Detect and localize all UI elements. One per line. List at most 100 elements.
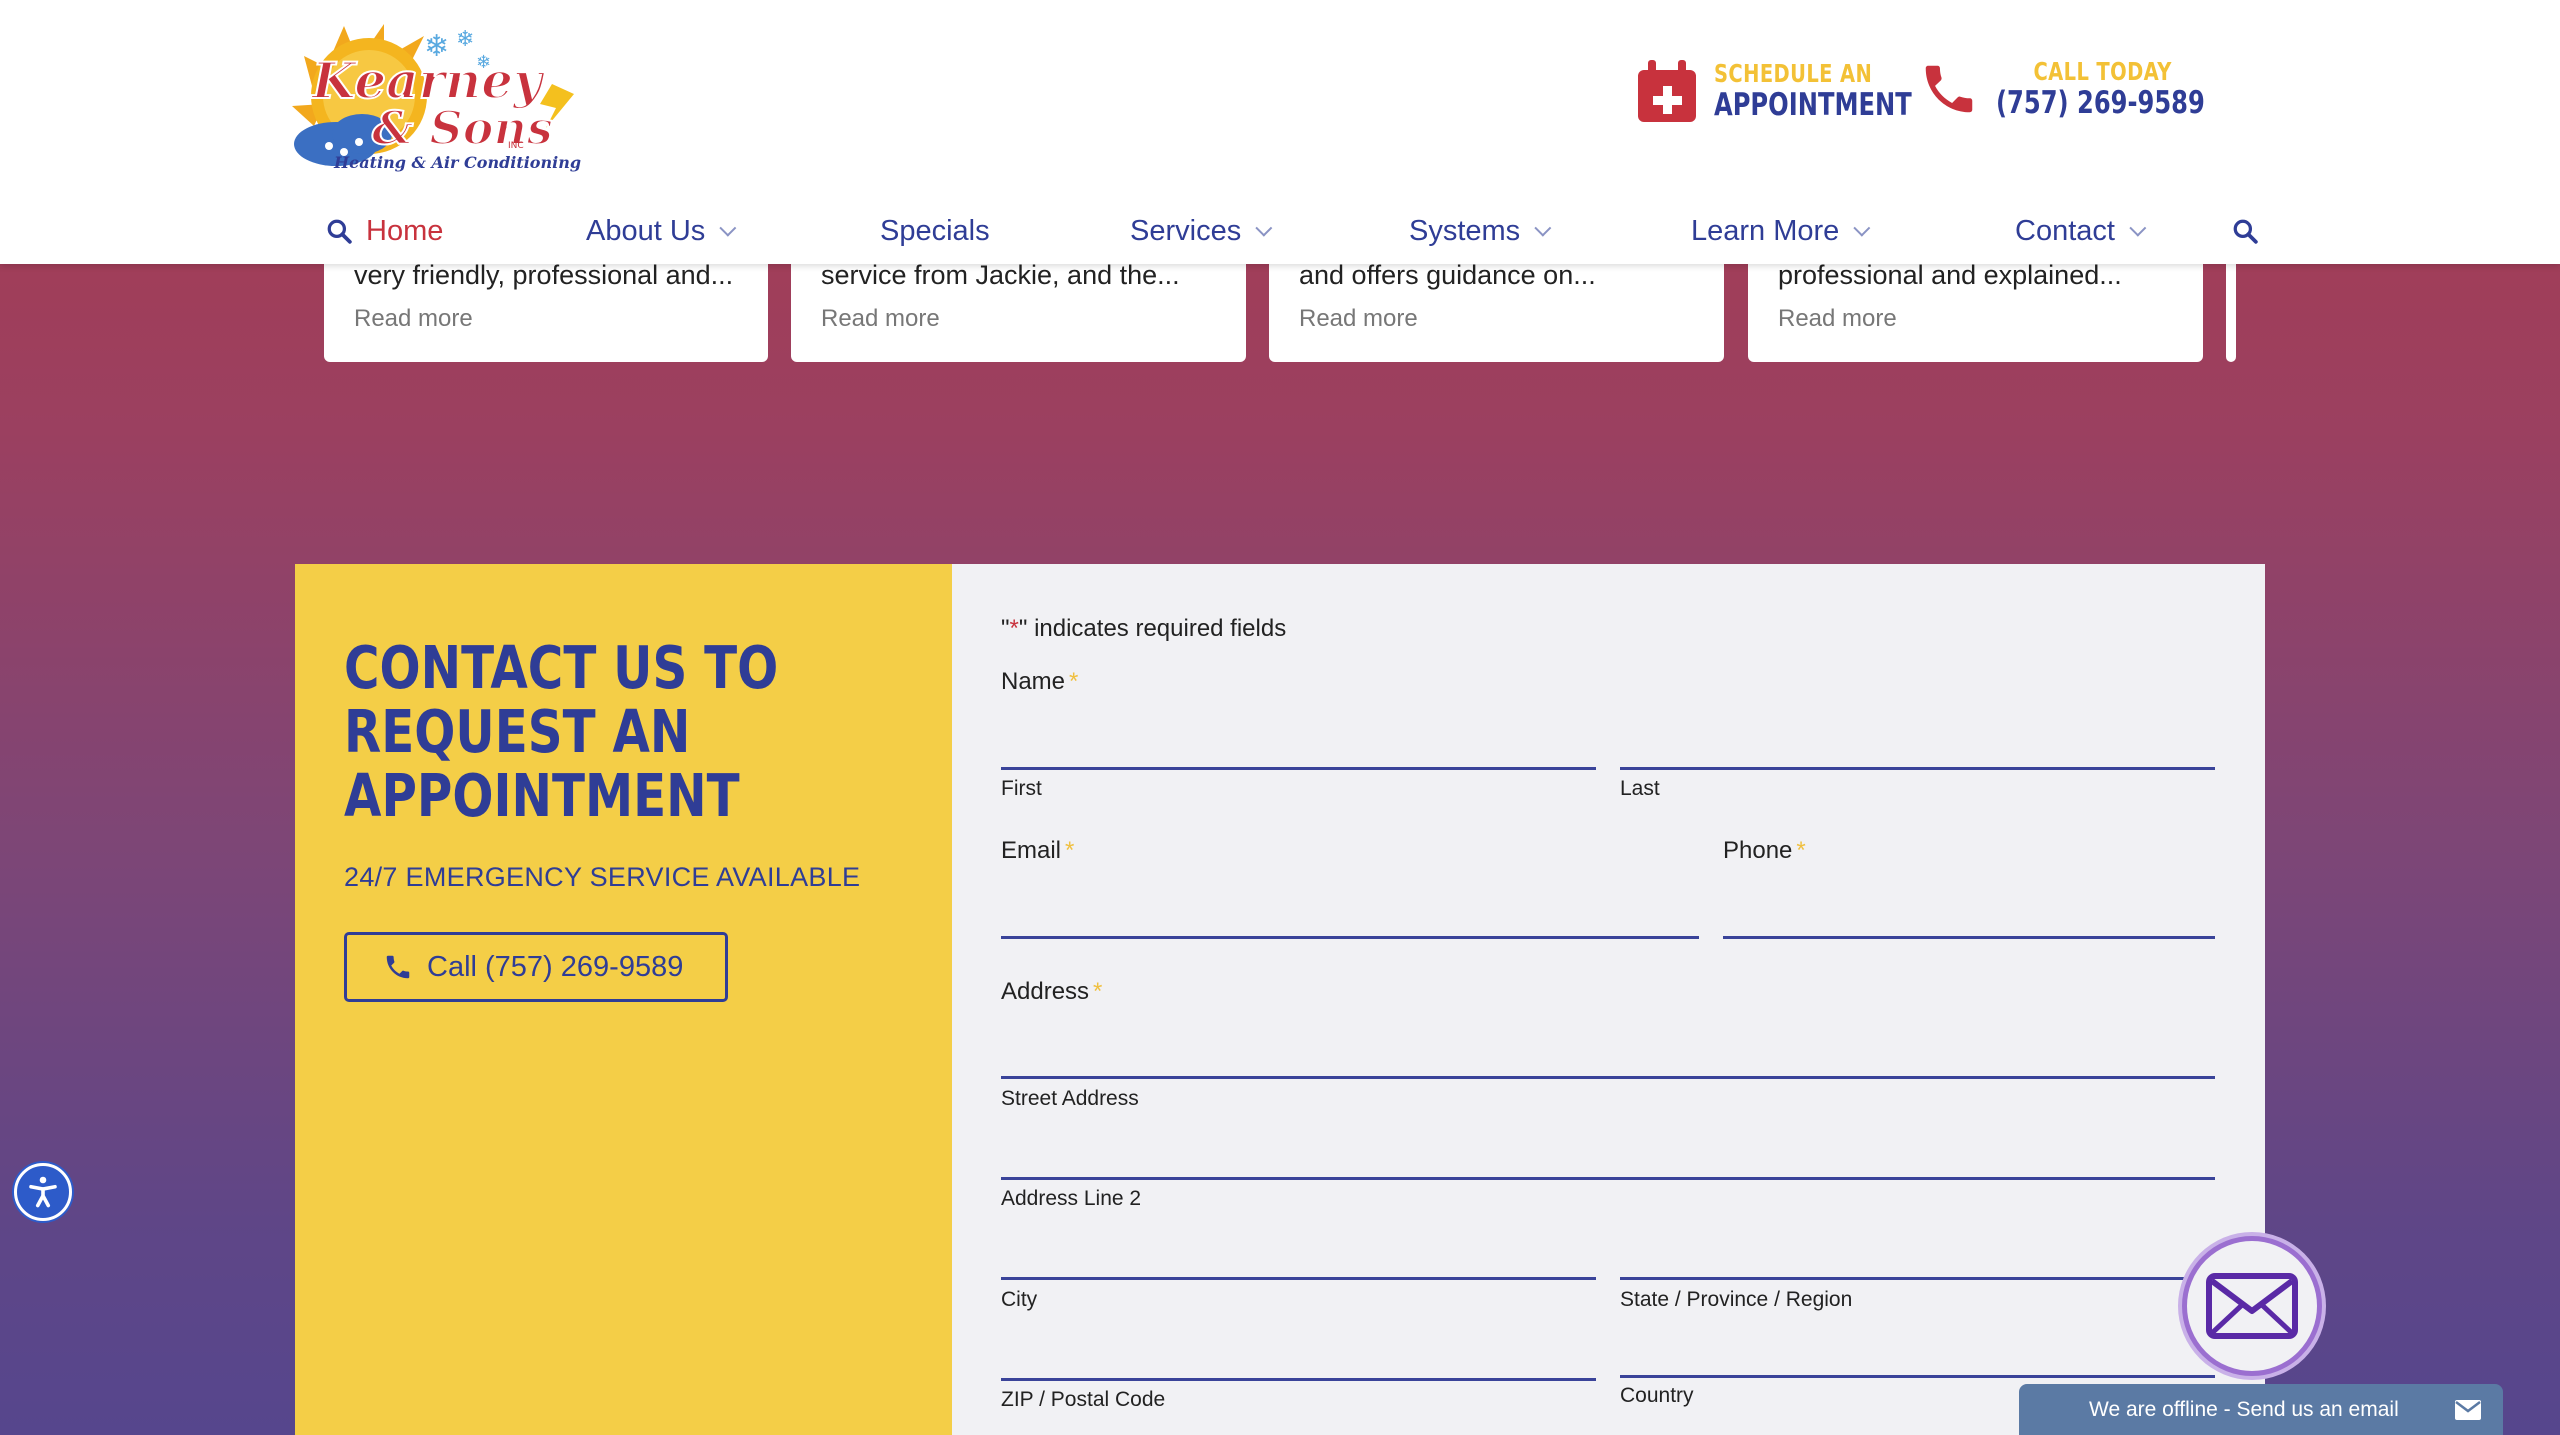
nav-specials[interactable]: Specials (880, 206, 990, 256)
required-note-suffix: " indicates required fields (1018, 615, 1287, 642)
chevron-down-icon (1534, 219, 1552, 237)
street-address-input[interactable] (1001, 1027, 2215, 1075)
name-label: Name * (1001, 668, 1078, 696)
call-button[interactable]: Call (757) 269-9589 (344, 932, 728, 1002)
nav-specials-label: Specials (880, 214, 990, 247)
nav-home-label: Home (366, 214, 444, 247)
nav-contact[interactable]: Contact (2015, 206, 2147, 256)
street-address-sublabel: Street Address (1001, 1087, 1139, 1110)
nav-home[interactable]: Home (366, 206, 443, 256)
first-name-underline (1001, 767, 1596, 770)
required-note: "*" indicates required fields (1001, 615, 1286, 643)
main-nav: Home About Us Specials Services Systems … (0, 206, 2560, 262)
read-more-link[interactable]: Read more (821, 305, 1216, 333)
country-sublabel: Country (1620, 1384, 1694, 1407)
accessibility-icon (29, 1176, 57, 1208)
city-input[interactable] (1001, 1227, 1596, 1275)
phone-underline (1723, 936, 2215, 939)
street-address-underline (1001, 1076, 2215, 1079)
site-header: ❄ ❄ ❄ Kearney & Sons INC Heating & Air Con… (0, 0, 2560, 264)
nav-systems-label: Systems (1409, 214, 1521, 247)
call-today-small-text: CALL TODAY (2033, 57, 2172, 86)
country-underline (1620, 1375, 2215, 1378)
address-label: Address * (1001, 978, 1102, 1006)
last-name-sublabel: Last (1620, 777, 1660, 800)
required-marker: * (1093, 978, 1103, 1005)
required-marker: * (1796, 837, 1806, 864)
first-name-sublabel: First (1001, 777, 1042, 800)
address-label-text: Address (1001, 978, 1090, 1005)
logo-text-inc: INC (508, 141, 524, 151)
phone-icon (386, 955, 410, 979)
email-underline (1001, 936, 1699, 939)
search-icon-left[interactable] (326, 206, 352, 256)
address-line-2-input[interactable] (1001, 1127, 2215, 1175)
required-star: * (1009, 615, 1019, 642)
nav-about-us-label: About Us (586, 214, 706, 247)
email-label: Email * (1001, 837, 1074, 865)
email-chat-bubble[interactable] (2182, 1236, 2322, 1376)
call-today-link[interactable]: CALL TODAY (757) 269-9589 (1918, 58, 2264, 120)
nav-learn-more-label: Learn More (1691, 214, 1840, 247)
nav-about-us[interactable]: About Us (586, 206, 737, 256)
search-icon[interactable] (2232, 206, 2258, 256)
heading-line: REQUEST AN (344, 697, 691, 766)
svg-text:❄: ❄ (456, 27, 474, 52)
read-more-link[interactable]: Read more (1778, 305, 2173, 333)
chevron-down-icon (2129, 219, 2147, 237)
address-line-2-sublabel: Address Line 2 (1001, 1187, 1142, 1210)
required-marker: * (1069, 668, 1079, 695)
nav-learn-more[interactable]: Learn More (1691, 206, 1871, 256)
emergency-service-text: 24/7 EMERGENCY SERVICE AVAILABLE (344, 862, 861, 892)
review-text: and offers guidance on... (1299, 260, 1596, 290)
contact-heading: CONTACT US TO REQUEST AN APPOINTMENT (344, 636, 910, 828)
email-input[interactable] (1001, 886, 1699, 934)
name-label-text: Name (1001, 668, 1066, 695)
nav-services-label: Services (1130, 214, 1242, 247)
review-text: very friendly, professional and... (354, 260, 734, 290)
envelope-icon (2455, 1400, 2481, 1420)
state-sublabel: State / Province / Region (1620, 1288, 1853, 1311)
logo-tagline: Heating & Air Conditioning (333, 153, 581, 172)
schedule-big-text: APPOINTMENT (1714, 87, 1912, 123)
nav-services[interactable]: Services (1130, 206, 1273, 256)
call-today-number: (757) 269-9589 (1996, 85, 2205, 121)
schedule-small-text: SCHEDULE AN (1714, 59, 1873, 88)
calendar-plus-icon (1638, 60, 1696, 122)
address-line-2-underline (1001, 1177, 2215, 1180)
logo-text-sons: & Sons (372, 101, 553, 155)
state-underline (1620, 1277, 2215, 1280)
phone-input[interactable] (1723, 886, 2215, 934)
read-more-link[interactable]: Read more (1299, 305, 1694, 333)
phone-label: Phone * (1723, 837, 1806, 865)
last-name-input[interactable] (1620, 718, 2215, 766)
nav-contact-label: Contact (2015, 214, 2115, 247)
last-name-underline (1620, 767, 2215, 770)
call-button-label: Call (757) 269-9589 (427, 950, 684, 983)
appointment-form (952, 564, 2265, 1435)
required-note-prefix: " (1001, 615, 1010, 642)
nav-systems[interactable]: Systems (1409, 206, 1552, 256)
required-marker: * (1065, 837, 1075, 864)
envelope-icon (2206, 1273, 2298, 1339)
zip-input[interactable] (1001, 1328, 1596, 1376)
kearney-sons-logo[interactable]: ❄ ❄ ❄ Kearney & Sons INC Heating & Air Con… (284, 16, 584, 180)
chat-bar-text: We are offline - Send us an email (2089, 1397, 2399, 1421)
review-text: service from Jackie, and the... (821, 260, 1180, 290)
state-input[interactable] (1620, 1227, 2215, 1275)
read-more-link[interactable]: Read more (354, 305, 738, 333)
zip-underline (1001, 1378, 1596, 1381)
first-name-input[interactable] (1001, 718, 1596, 766)
city-underline (1001, 1277, 1596, 1280)
phone-label-text: Phone (1723, 837, 1793, 864)
zip-sublabel: ZIP / Postal Code (1001, 1388, 1166, 1411)
chevron-down-icon (1853, 219, 1871, 237)
accessibility-button[interactable] (14, 1163, 72, 1221)
phone-icon (1925, 65, 1973, 113)
chevron-down-icon (1255, 219, 1273, 237)
review-text: professional and explained... (1778, 260, 2122, 290)
heading-line: APPOINTMENT (344, 761, 740, 830)
heading-line: CONTACT US TO (344, 633, 779, 702)
offline-chat-bar[interactable]: We are offline - Send us an email (2019, 1384, 2503, 1435)
email-label-text: Email (1001, 837, 1062, 864)
